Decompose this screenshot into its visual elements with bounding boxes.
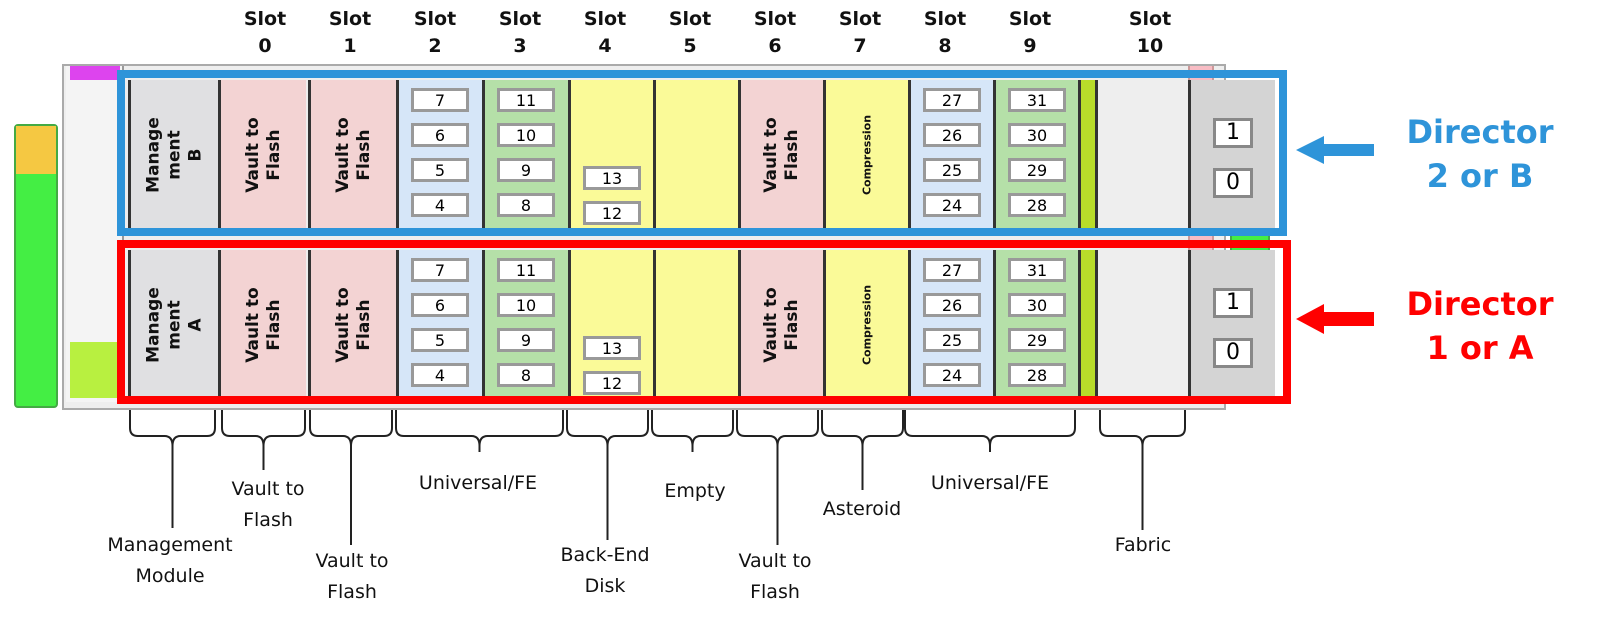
brace-7: [821, 410, 904, 490]
brace-6: [736, 410, 819, 545]
brace-8: [904, 410, 1076, 452]
director-b-line1: Director: [1406, 113, 1554, 151]
brace-4: [566, 410, 649, 540]
brace-3: [395, 410, 564, 452]
director-a-arrow-icon: [1296, 304, 1374, 334]
director-b-arrow-icon: [1296, 136, 1374, 164]
director-a-label: Director 1 or A: [1390, 282, 1570, 370]
component-label: Fabric: [1114, 534, 1172, 556]
component-label: Back-End Disk: [560, 544, 650, 597]
brace-5: [651, 410, 734, 452]
brace-9: [1099, 410, 1186, 530]
brace-0: [129, 410, 216, 528]
component-label: Vault to Flash: [738, 550, 812, 603]
component-label: Asteroid: [822, 498, 902, 520]
director-b-line2: 2 or B: [1426, 157, 1534, 195]
director-a-line2: 1 or A: [1426, 329, 1534, 367]
component-label: Vault to Flash: [315, 550, 389, 603]
director-a-line1: Director: [1406, 285, 1554, 323]
component-label: Universal/FE: [930, 472, 1050, 494]
component-label: Universal/FE: [418, 472, 538, 494]
brace-2: [309, 410, 393, 545]
component-label: Management Module: [107, 534, 233, 587]
vmax-director-diagram: Slot 0 Slot 1 Slot 2 Slot 3 Slot 4 Slot 5 Slot 6 Slot 7…: [0, 0, 1600, 624]
director-b-label: Director 2 or B: [1390, 110, 1570, 198]
component-label: Vault to Flash: [231, 478, 305, 531]
component-label: Empty: [664, 480, 726, 502]
brace-1: [221, 410, 306, 470]
